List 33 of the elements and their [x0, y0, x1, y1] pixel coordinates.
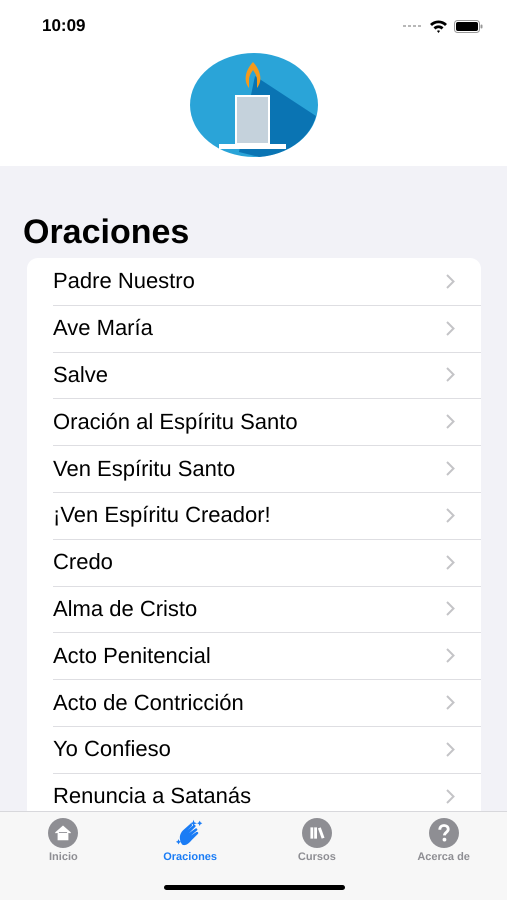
chevron-icon	[446, 601, 455, 616]
signal-icon	[403, 24, 423, 28]
battery-icon	[454, 20, 483, 32]
chevron-icon	[446, 554, 455, 570]
chevron-icon	[446, 320, 455, 336]
status-time: 10:09	[42, 16, 86, 36]
wifi-icon	[429, 19, 448, 33]
chevron-icon	[446, 414, 455, 430]
prayer-item[interactable]: Ave María	[27, 304, 481, 352]
prayer-item[interactable]: Acto Penitencial	[27, 632, 481, 680]
prayer-item[interactable]: Oración al Espíritu Santo	[27, 398, 481, 446]
chevron-icon	[446, 695, 455, 710]
prayer-item[interactable]: Acto de Contricción	[27, 679, 481, 726]
page-title: Oraciones	[23, 212, 190, 252]
prayer-item[interactable]: Alma de Cristo	[27, 586, 481, 632]
chevron-icon	[446, 274, 455, 289]
prayer-item[interactable]: Ven Espíritu Santo	[27, 445, 481, 492]
prayer-item[interactable]: ¡Ven Espíritu Creador!	[27, 492, 481, 539]
prayer-item[interactable]: Salve	[27, 352, 481, 398]
chevron-icon	[446, 648, 455, 664]
prayer-item[interactable]: Padre Nuestro	[27, 258, 481, 305]
chevron-icon	[446, 367, 455, 382]
chevron-icon	[446, 788, 455, 804]
house-icon	[47, 818, 80, 848]
prayer-item[interactable]: Renuncia a Satanás	[27, 772, 481, 812]
prayer-item[interactable]: Yo Confieso	[27, 726, 481, 773]
question-icon	[428, 818, 460, 848]
chevron-icon	[446, 461, 455, 476]
tab-item[interactable]: Oraciones	[157, 812, 224, 864]
prayer-item[interactable]: Credo	[27, 538, 481, 586]
chevron-icon	[446, 508, 455, 523]
chevron-icon	[446, 742, 455, 757]
books-icon	[300, 818, 333, 848]
